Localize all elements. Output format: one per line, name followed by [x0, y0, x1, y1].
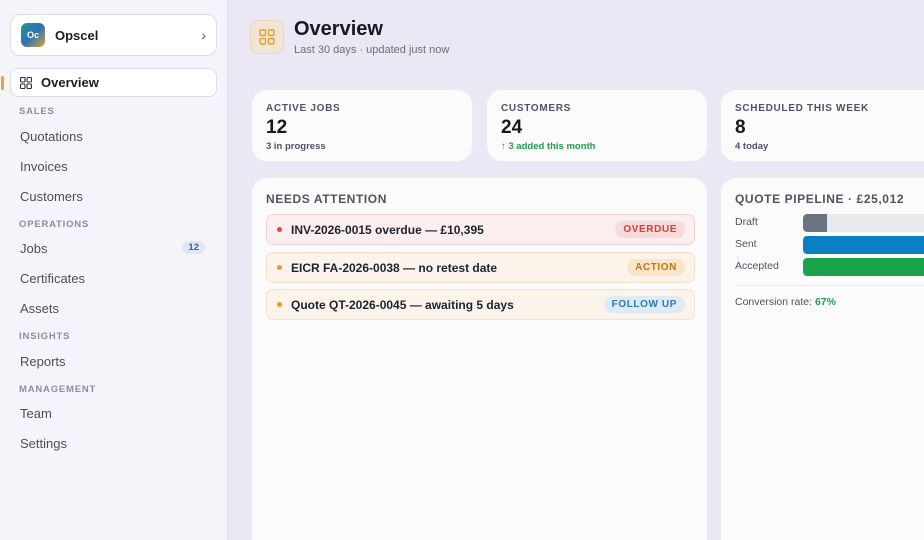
status-dot [277, 265, 282, 270]
sidebar-item-settings[interactable]: Settings [10, 431, 217, 455]
pipeline-bar-sent [803, 236, 924, 254]
panel-title: QUOTE PIPELINE · £25,012 [735, 192, 905, 206]
stat-label: ACTIVE JOBS [266, 103, 341, 114]
divider [735, 285, 924, 286]
sidebar-item-quotations[interactable]: Quotations [10, 124, 217, 148]
conversion-value: 67% [814, 296, 836, 308]
status-badge: ACTION [627, 259, 685, 276]
sidebar-item-label: Overview [41, 75, 99, 90]
conversion-rate: Conversion rate: 67% [735, 296, 836, 308]
org-name: Opscel [55, 27, 99, 43]
pipeline-label-sent: Sent [735, 238, 757, 250]
stat-card-customers[interactable]: CUSTOMERS 24 ↑ 3 added this month [486, 89, 708, 162]
stat-note: 4 today [735, 141, 769, 152]
pipeline-bar-accepted [803, 258, 924, 276]
stat-label: CUSTOMERS [501, 103, 572, 114]
sidebar-item-overview[interactable]: Overview [10, 68, 217, 97]
panel-title: NEEDS ATTENTION [266, 192, 388, 206]
sidebar: Oc Opscel › Overview SALES Quotations In… [0, 0, 228, 540]
attention-item-invoice[interactable]: INV-2026-0015 overdue — £10,395 OVERDUE [266, 214, 695, 245]
section-label-insights: INSIGHTS [19, 331, 71, 342]
sidebar-item-label: Jobs [20, 240, 48, 256]
section-label-sales: SALES [19, 106, 55, 117]
stat-value: 24 [501, 117, 523, 138]
org-switcher[interactable]: Oc Opscel › [10, 14, 217, 56]
sidebar-item-certificates[interactable]: Certificates [10, 266, 217, 290]
stat-note: 3 in progress [266, 141, 326, 152]
stat-value: 8 [735, 117, 746, 138]
stat-card-scheduled[interactable]: SCHEDULED THIS WEEK 8 4 today [720, 89, 924, 162]
stat-note: ↑ 3 added this month [501, 141, 596, 152]
section-label-operations: OPERATIONS [19, 219, 90, 230]
page-subtitle: Last 30 days · updated just now [294, 44, 450, 56]
pipeline-bar-draft [803, 214, 924, 232]
status-badge: FOLLOW UP [603, 296, 685, 313]
sidebar-item-reports[interactable]: Reports [10, 349, 217, 373]
jobs-count-badge: 12 [182, 241, 205, 254]
attention-item-eicr[interactable]: EICR FA-2026-0038 — no retest date ACTIO… [266, 252, 695, 283]
sidebar-item-customers[interactable]: Customers [10, 184, 217, 208]
pipeline-label-draft: Draft [735, 216, 758, 228]
section-label-management: MANAGEMENT [19, 384, 97, 395]
attention-text: EICR FA-2026-0038 — no retest date [291, 260, 498, 275]
chevron-right-icon: › [201, 27, 206, 43]
attention-text: Quote QT-2026-0045 — awaiting 5 days [291, 297, 514, 312]
pipeline-fill-accepted [803, 258, 924, 276]
grid-icon [20, 76, 32, 89]
sidebar-item-invoices[interactable]: Invoices [10, 154, 217, 178]
status-dot [277, 302, 282, 307]
stat-label: SCHEDULED THIS WEEK [735, 103, 869, 114]
status-dot [277, 227, 282, 232]
overview-grid-icon [250, 20, 284, 54]
page-title: Overview [294, 18, 383, 40]
pipeline-fill-sent [803, 236, 924, 254]
stat-value: 12 [266, 117, 288, 138]
quote-pipeline-panel: QUOTE PIPELINE · £25,012 Draft Sent Acce… [720, 177, 924, 540]
pipeline-fill-draft [803, 214, 827, 232]
status-badge: OVERDUE [615, 221, 685, 238]
sidebar-item-jobs[interactable]: Jobs 12 [10, 236, 217, 260]
sidebar-item-assets[interactable]: Assets [10, 296, 217, 320]
org-logo: Oc [21, 23, 45, 47]
attention-text: INV-2026-0015 overdue — £10,395 [291, 222, 484, 237]
stat-card-active-jobs[interactable]: ACTIVE JOBS 12 3 in progress [251, 89, 473, 162]
conversion-label: Conversion rate: [735, 296, 813, 308]
grid-icon [259, 29, 275, 45]
sidebar-item-team[interactable]: Team [10, 401, 217, 425]
attention-item-quote[interactable]: Quote QT-2026-0045 — awaiting 5 days FOL… [266, 289, 695, 320]
pipeline-label-accepted: Accepted [735, 260, 779, 272]
active-nav-marker [1, 76, 4, 90]
needs-attention-panel: NEEDS ATTENTION INV-2026-0015 overdue — … [251, 177, 708, 540]
